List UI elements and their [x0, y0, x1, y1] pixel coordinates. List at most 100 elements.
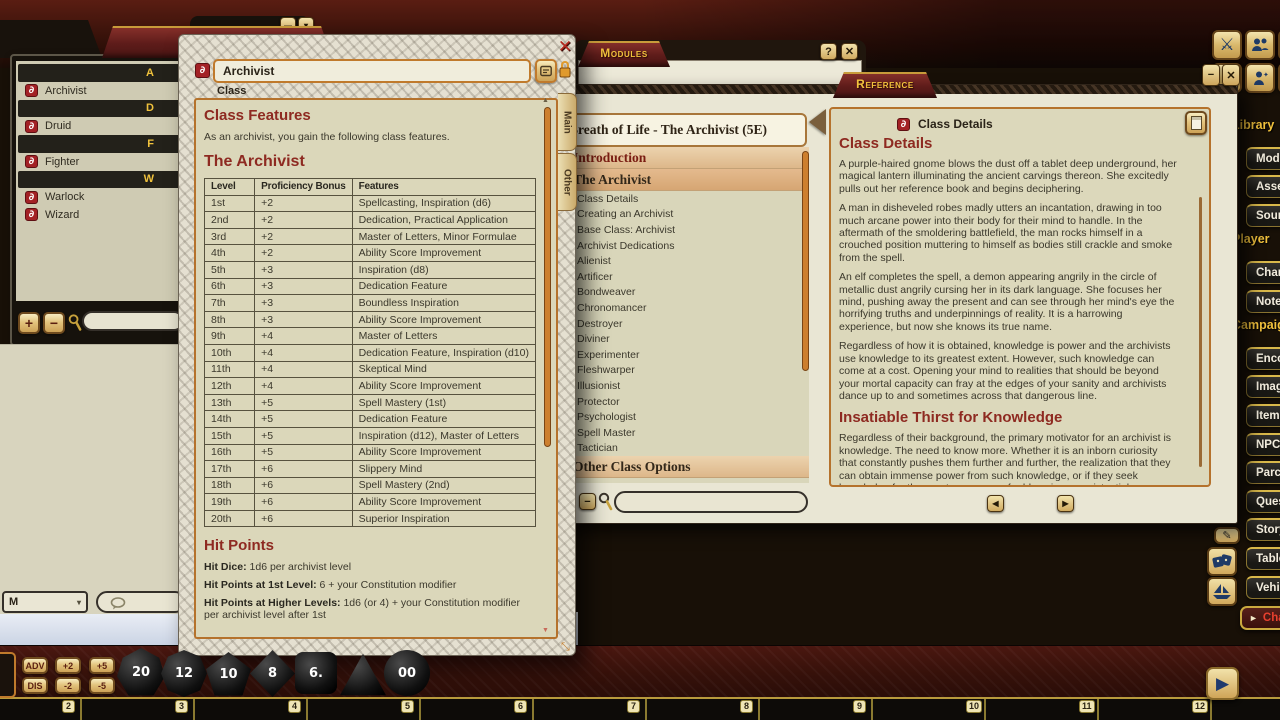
index-entry-diviner[interactable]: Diviner — [561, 331, 809, 347]
portrait-button[interactable] — [535, 59, 557, 83]
dice-icon — [1212, 553, 1232, 571]
page-prev-button[interactable]: ◀ — [987, 495, 1004, 512]
table-row: 2nd+2Dedication, Practical Application — [205, 212, 536, 229]
sidebar-item-items[interactable]: Items — [1246, 404, 1280, 427]
add-button[interactable]: + — [18, 312, 40, 334]
chat-input[interactable] — [96, 591, 186, 613]
index-scrollbar[interactable] — [802, 151, 809, 371]
back-arrow-button[interactable] — [809, 109, 826, 135]
sidebar-item-sound-sets[interactable]: Sound Sets — [1246, 204, 1280, 227]
tab-modules[interactable]: Modules — [578, 41, 670, 67]
popout-page-button[interactable] — [1185, 111, 1207, 135]
index-entry-experimenter[interactable]: Experimenter — [561, 347, 809, 363]
reference-minimize-button[interactable]: − — [1202, 64, 1220, 86]
sidebar-item-notes[interactable]: Notes — [1246, 290, 1280, 313]
table-row: 19th+6Ability Score Improvement — [205, 494, 536, 511]
index-entry-base-class-archivist[interactable]: Base Class: Archivist — [561, 222, 809, 238]
modifier-button-2[interactable]: +2 — [55, 657, 81, 674]
index-entry-archivist-dedications[interactable]: Archivist Dedications — [561, 238, 809, 254]
sidebar-item-characters[interactable]: Characters — [1246, 261, 1280, 284]
sidebar-item-story[interactable]: Story — [1246, 518, 1280, 541]
class-list-item-wizard[interactable]: ∂Wizard — [18, 206, 182, 224]
tool-button-crossed-swords[interactable]: ⚔ — [1212, 30, 1242, 60]
chat-language-select[interactable]: M ▾ — [2, 591, 88, 613]
sidebar-item-assets[interactable]: Assets — [1246, 175, 1280, 198]
modifier-button-dis[interactable]: DIS — [22, 677, 48, 694]
modifier-button-2[interactable]: -2 — [55, 677, 81, 694]
vehicles-boat-button[interactable] — [1207, 577, 1237, 606]
index-entry-protector[interactable]: Protector — [561, 394, 809, 410]
index-collapse-button[interactable]: − — [579, 493, 596, 510]
close-icon[interactable]: ✕ — [555, 37, 575, 57]
index-entry-artificer[interactable]: Artificer — [561, 269, 809, 285]
tables-dice-button[interactable] — [1207, 547, 1237, 576]
index-search-input[interactable] — [614, 491, 808, 513]
class-list-item-archivist[interactable]: ∂Archivist — [18, 82, 182, 100]
index-entry-spell-master[interactable]: Spell Master — [561, 425, 809, 441]
reference-index-list: IntroductionThe ArchivistClass DetailsCr… — [561, 147, 809, 483]
index-entry-fleshwarper[interactable]: Fleshwarper — [561, 363, 809, 379]
tab-main[interactable]: Main — [558, 93, 577, 151]
index-entry-introduction[interactable]: Introduction — [561, 147, 809, 169]
ruler-number: 5 — [401, 700, 414, 713]
die-d6[interactable]: 6. — [295, 652, 337, 694]
reference-close-button[interactable]: ✕ — [1222, 64, 1240, 86]
scroll-up-icon[interactable]: ▲ — [542, 97, 549, 104]
index-entry-alienist[interactable]: Alienist — [561, 253, 809, 269]
modifier-button-5[interactable]: +5 — [89, 657, 115, 674]
modules-close-button[interactable]: ✕ — [841, 43, 858, 60]
sidebar-item-vehicles[interactable]: Vehicles — [1246, 576, 1280, 599]
sidebar-item-images[interactable]: Images — [1246, 375, 1280, 398]
tab-reference[interactable]: Reference — [833, 72, 937, 98]
index-entry-tactician[interactable]: Tactician — [561, 441, 809, 457]
sidebar-item-quests[interactable]: Quests — [1246, 490, 1280, 513]
class-list-item-druid[interactable]: ∂Druid — [18, 118, 182, 136]
sidebar-item-character[interactable]: ► Character — [1240, 606, 1280, 630]
lock-icon[interactable] — [558, 60, 572, 79]
modifier-button-adv[interactable]: ADV — [22, 657, 48, 674]
hit-point-line: Hit Dice: 1d6 per archivist level — [204, 561, 532, 573]
hit-point-line: Hit Points at 1st Level: 6 + your Consti… — [204, 579, 532, 591]
chat-send-button[interactable]: ▶ — [1206, 667, 1239, 700]
letter-divider-a: A — [18, 64, 182, 82]
ruler-number: 9 — [853, 700, 866, 713]
class-name-field[interactable]: Archivist — [213, 59, 531, 83]
tool-button-person-sparkle[interactable]: ✦ — [1245, 63, 1275, 93]
dice-tower[interactable] — [0, 652, 16, 698]
index-entry-other-class-options[interactable]: Other Class Options — [561, 456, 809, 478]
page-next-button[interactable]: ▶ — [1057, 495, 1074, 512]
sidebar-item-modules[interactable]: Modules — [1246, 147, 1280, 170]
modules-help-button[interactable]: ? — [820, 43, 837, 60]
class-list-item-fighter[interactable]: ∂Fighter — [18, 153, 182, 171]
sidebar-category-library: Library — [1232, 118, 1280, 132]
table-row: 14th+5Dedication Feature — [205, 411, 536, 428]
index-entry-bondweaver[interactable]: Bondweaver — [561, 285, 809, 301]
sidebar-item-tables[interactable]: Tables — [1246, 547, 1280, 570]
index-entry-psychologist[interactable]: Psychologist — [561, 409, 809, 425]
index-entry-the-archivist[interactable]: The Archivist — [561, 169, 809, 191]
id-card-icon — [540, 65, 552, 77]
die-d12[interactable]: 12 — [161, 650, 207, 697]
class-list-item-warlock[interactable]: ∂Warlock — [18, 189, 182, 207]
sidebar-item-npcs[interactable]: NPCs — [1246, 433, 1280, 456]
table-row: 1st+2Spellcasting, Inspiration (d6) — [205, 195, 536, 212]
scroll-down-icon[interactable]: ▼ — [542, 627, 549, 634]
content-scrollbar[interactable] — [1199, 197, 1202, 467]
sidebar-item-parcels[interactable]: Parcels — [1246, 461, 1280, 484]
sidebar-item-encounters[interactable]: Encounters — [1246, 347, 1280, 370]
index-entry-destroyer[interactable]: Destroyer — [561, 316, 809, 332]
index-entry-class-details[interactable]: Class Details — [561, 191, 809, 207]
die-d100[interactable]: 00 — [384, 650, 430, 696]
remove-button[interactable]: − — [43, 312, 65, 334]
index-entry-creating-an-archivist[interactable]: Creating an Archivist — [561, 207, 809, 223]
classes-search-input[interactable] — [82, 311, 184, 331]
tool-button-group[interactable] — [1245, 30, 1275, 60]
sheet-scrollbar[interactable] — [544, 107, 551, 447]
tab-other[interactable]: Other — [558, 153, 577, 211]
minimized-window-tab[interactable] — [0, 20, 102, 58]
index-entry-chronomancer[interactable]: Chronomancer — [561, 300, 809, 316]
resize-handle[interactable]: ⤡ — [561, 641, 570, 654]
story-pencil-button[interactable]: ✎ — [1214, 527, 1240, 544]
index-entry-illusionist[interactable]: Illusionist — [561, 378, 809, 394]
modifier-button-5[interactable]: -5 — [89, 677, 115, 694]
